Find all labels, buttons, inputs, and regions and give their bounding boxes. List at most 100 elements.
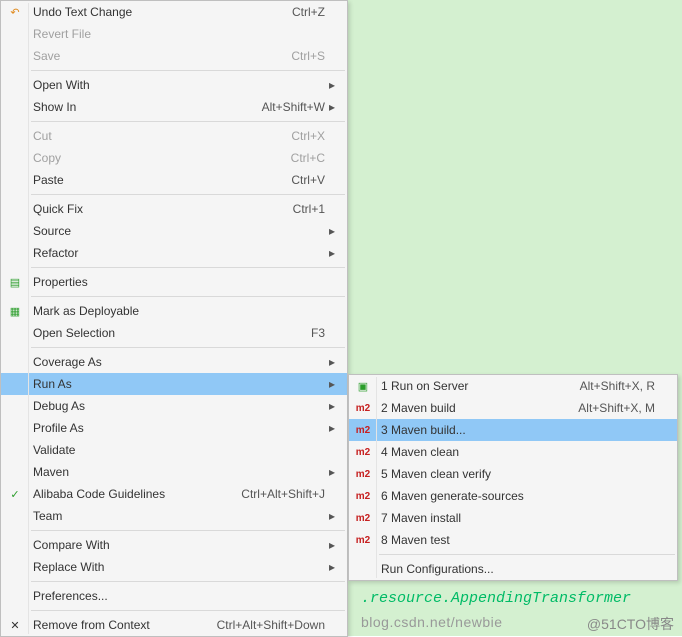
- menu-separator: [31, 70, 345, 71]
- menu-item-shortcut: Ctrl+Alt+Shift+J: [231, 487, 325, 501]
- menu-item-shortcut: Ctrl+Z: [282, 5, 325, 19]
- submenu-item-1-run-on-server[interactable]: ▣1 Run on ServerAlt+Shift+X, R: [349, 375, 677, 397]
- run-as-submenu[interactable]: ▣1 Run on ServerAlt+Shift+X, Rm22 Maven …: [348, 374, 678, 581]
- menu-item-copy: CopyCtrl+C: [1, 147, 347, 169]
- chevron-right-icon: ▸: [325, 355, 339, 369]
- menu-item-label: Profile As: [29, 421, 315, 435]
- menu-item-replace-with[interactable]: Replace With ▸: [1, 556, 347, 578]
- chevron-right-icon: ▸: [325, 377, 339, 391]
- menu-item-shortcut: Ctrl+C: [281, 151, 325, 165]
- submenu-item-2-maven-build[interactable]: m22 Maven buildAlt+Shift+X, M: [349, 397, 677, 419]
- menu-item-compare-with[interactable]: Compare With▸: [1, 534, 347, 556]
- alibaba-icon: ✓: [1, 488, 29, 501]
- undo-icon: ↶: [1, 6, 29, 19]
- menu-item-label: Mark as Deployable: [29, 304, 315, 318]
- chevron-right-icon: ▸: [325, 100, 339, 114]
- chevron-right-icon: ▸: [325, 560, 339, 574]
- menu-item-shortcut: Ctrl+Alt+Shift+Down: [207, 618, 325, 632]
- menu-item-label: Replace With: [29, 560, 315, 574]
- submenu-item-run-configurations[interactable]: Run Configurations...: [349, 558, 677, 580]
- menu-item-label: Cut: [29, 129, 281, 143]
- menu-item-label: 6 Maven generate-sources: [377, 489, 645, 503]
- chevron-right-icon: ▸: [325, 538, 339, 552]
- menu-item-profile-as[interactable]: Profile As ▸: [1, 417, 347, 439]
- menu-item-debug-as[interactable]: Debug As ▸: [1, 395, 347, 417]
- submenu-item-6-maven-generate-sources[interactable]: m26 Maven generate-sources: [349, 485, 677, 507]
- menu-item-label: 7 Maven install: [377, 511, 645, 525]
- menu-item-label: Show In: [29, 100, 252, 114]
- menu-item-label: Team: [29, 509, 315, 523]
- menu-gutter: [376, 377, 377, 578]
- menu-item-label: Alibaba Code Guidelines: [29, 487, 231, 501]
- menu-gutter: [28, 3, 29, 634]
- menu-item-label: Paste: [29, 173, 281, 187]
- m2-icon: m2: [349, 425, 377, 436]
- menu-item-label: Refactor: [29, 246, 315, 260]
- menu-item-shortcut: Ctrl+S: [281, 49, 325, 63]
- menu-item-open-with[interactable]: Open With▸: [1, 74, 347, 96]
- m2-icon: m2: [349, 447, 377, 458]
- menu-item-label: 8 Maven test: [377, 533, 645, 547]
- chevron-right-icon: ▸: [325, 421, 339, 435]
- menu-separator: [31, 194, 345, 195]
- menu-item-label: Coverage As: [29, 355, 315, 369]
- menu-item-label: 2 Maven build: [377, 401, 568, 415]
- menu-item-source[interactable]: Source▸: [1, 220, 347, 242]
- menu-separator: [31, 296, 345, 297]
- menu-item-maven[interactable]: Maven ▸: [1, 461, 347, 483]
- menu-item-quick-fix[interactable]: Quick FixCtrl+1: [1, 198, 347, 220]
- menu-item-coverage-as[interactable]: Coverage As ▸: [1, 351, 347, 373]
- submenu-item-5-maven-clean-verify[interactable]: m25 Maven clean verify: [349, 463, 677, 485]
- menu-item-label: 4 Maven clean: [377, 445, 645, 459]
- menu-item-mark-as-deployable[interactable]: ▦Mark as Deployable: [1, 300, 347, 322]
- menu-item-refactor[interactable]: Refactor▸: [1, 242, 347, 264]
- menu-item-label: Debug As: [29, 399, 315, 413]
- menu-item-label: Quick Fix: [29, 202, 283, 216]
- chevron-right-icon: ▸: [325, 465, 339, 479]
- menu-item-undo-text-change[interactable]: ↶Undo Text ChangeCtrl+Z: [1, 1, 347, 23]
- menu-item-remove-from-context[interactable]: ✕Remove from ContextCtrl+Alt+Shift+Down: [1, 614, 347, 636]
- menu-item-open-selection[interactable]: Open SelectionF3: [1, 322, 347, 344]
- menu-item-preferences[interactable]: Preferences...: [1, 585, 347, 607]
- menu-item-label: Open Selection: [29, 326, 301, 340]
- menu-separator: [31, 121, 345, 122]
- menu-item-label: 3 Maven build...: [377, 423, 645, 437]
- menu-item-label: Properties: [29, 275, 315, 289]
- properties-icon: ▤: [1, 276, 29, 289]
- menu-item-save: SaveCtrl+S: [1, 45, 347, 67]
- menu-item-show-in[interactable]: Show InAlt+Shift+W▸: [1, 96, 347, 118]
- menu-item-validate[interactable]: Validate: [1, 439, 347, 461]
- menu-item-label: Maven: [29, 465, 315, 479]
- submenu-item-8-maven-test[interactable]: m28 Maven test: [349, 529, 677, 551]
- chevron-right-icon: ▸: [325, 509, 339, 523]
- menu-item-label: Run As: [29, 377, 315, 391]
- menu-item-label: 1 Run on Server: [377, 379, 570, 393]
- menu-item-team[interactable]: Team ▸: [1, 505, 347, 527]
- submenu-item-7-maven-install[interactable]: m27 Maven install: [349, 507, 677, 529]
- remove-icon: ✕: [1, 619, 29, 632]
- menu-item-run-as[interactable]: Run As ▸: [1, 373, 347, 395]
- menu-item-alibaba-code-guidelines[interactable]: ✓Alibaba Code GuidelinesCtrl+Alt+Shift+J: [1, 483, 347, 505]
- menu-item-paste[interactable]: PasteCtrl+V: [1, 169, 347, 191]
- menu-separator: [31, 581, 345, 582]
- m2-icon: m2: [349, 535, 377, 546]
- menu-item-shortcut: Alt+Shift+X, M: [568, 401, 655, 415]
- chevron-right-icon: ▸: [325, 399, 339, 413]
- menu-item-properties[interactable]: ▤Properties: [1, 271, 347, 293]
- menu-item-label: Copy: [29, 151, 281, 165]
- chevron-right-icon: ▸: [325, 78, 339, 92]
- menu-item-cut: CutCtrl+X: [1, 125, 347, 147]
- code-fragment: .resource.AppendingTransformer: [361, 590, 631, 607]
- menu-item-label: Preferences...: [29, 589, 315, 603]
- menu-item-shortcut: Ctrl+1: [283, 202, 325, 216]
- url-fragment: blog.csdn.net/newbie: [361, 614, 503, 630]
- menu-item-label: Undo Text Change: [29, 5, 282, 19]
- context-menu[interactable]: ↶Undo Text ChangeCtrl+ZRevert FileSaveCt…: [0, 0, 348, 637]
- menu-item-label: Remove from Context: [29, 618, 207, 632]
- menu-separator: [31, 347, 345, 348]
- menu-item-revert-file: Revert File: [1, 23, 347, 45]
- m2-icon: m2: [349, 491, 377, 502]
- submenu-item-3-maven-build[interactable]: m23 Maven build...: [349, 419, 677, 441]
- submenu-item-4-maven-clean[interactable]: m24 Maven clean: [349, 441, 677, 463]
- menu-item-shortcut: Alt+Shift+W: [252, 100, 325, 114]
